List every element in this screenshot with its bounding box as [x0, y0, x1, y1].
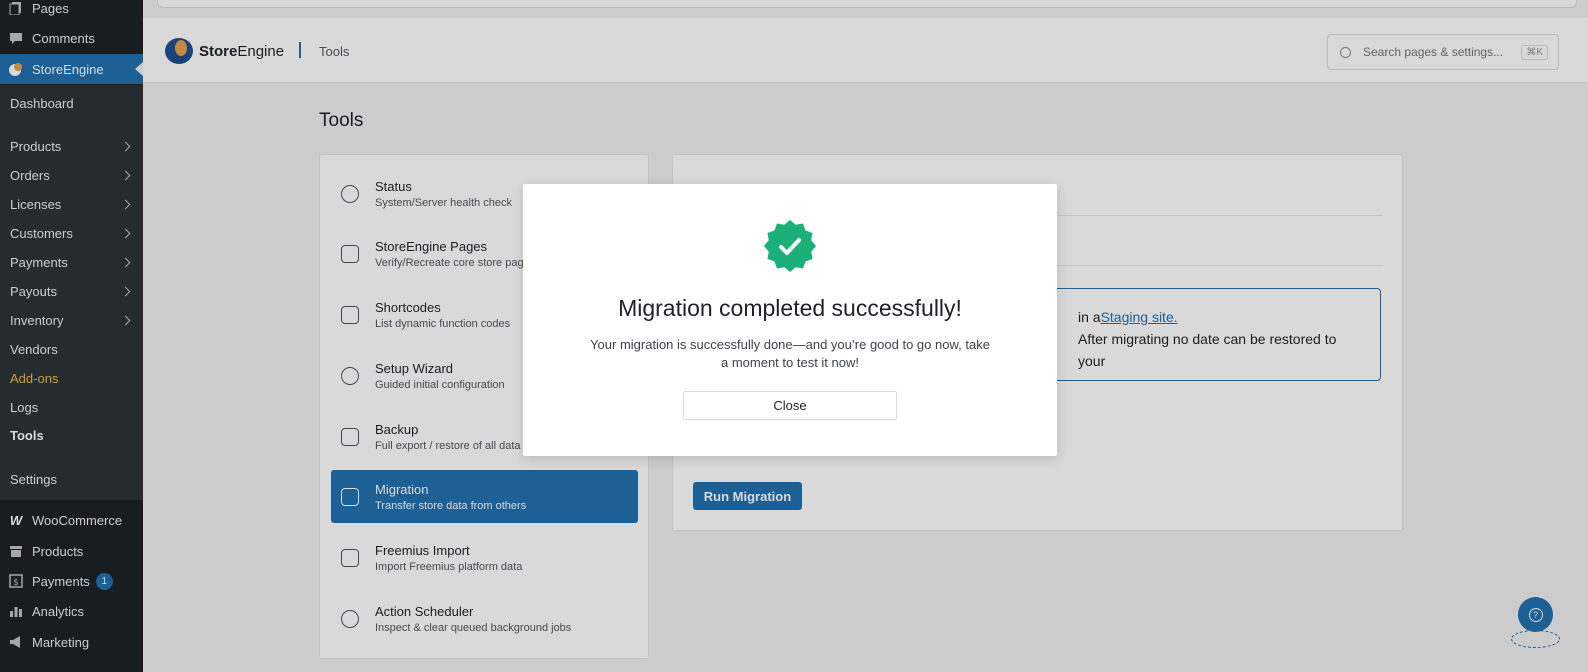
- close-button[interactable]: Close: [683, 391, 897, 420]
- success-badge-icon: [764, 220, 816, 272]
- success-modal: Migration completed successfully! Your m…: [523, 184, 1057, 456]
- modal-title: Migration completed successfully!: [618, 295, 962, 321]
- modal-message: Your migration is successfully done—and …: [590, 337, 990, 370]
